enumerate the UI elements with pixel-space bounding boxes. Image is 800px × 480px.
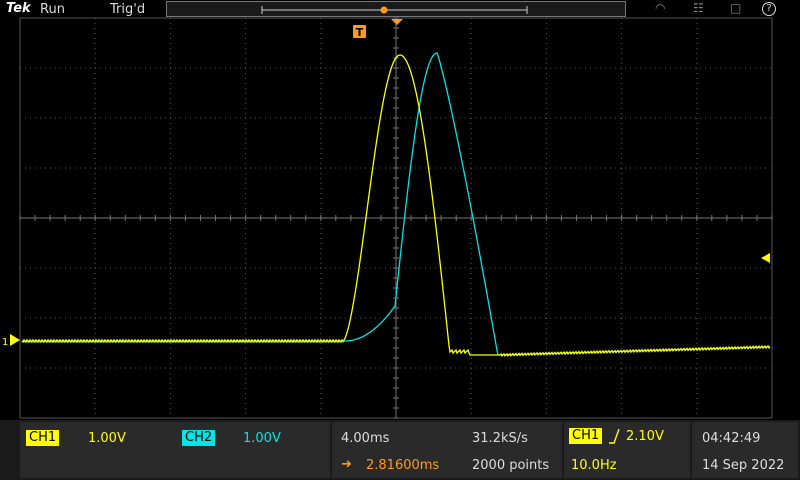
timebase[interactable]: 4.00ms: [341, 431, 389, 446]
clock-date: 14 Sep 2022: [702, 458, 785, 473]
sample-rate: 31.2kS/s: [472, 431, 528, 446]
trigger-t-label: T: [356, 26, 364, 39]
clock-panel: 04:42:49 14 Sep 2022: [692, 422, 798, 478]
trigger-level[interactable]: 2.10V: [626, 429, 664, 444]
horizontal-position[interactable]: 2.81600ms: [366, 458, 439, 473]
trigger-frequency: 10.0Hz: [571, 458, 617, 473]
ch1-ground-label: 1: [2, 337, 8, 348]
record-length[interactable]: 2000 points: [472, 458, 549, 473]
ch1-scale[interactable]: 1.00V: [88, 431, 126, 446]
ch2-scale[interactable]: 1.00V: [243, 431, 281, 446]
ch1-badge[interactable]: CH1: [26, 430, 60, 446]
ch1-ground-marker[interactable]: 1: [2, 334, 20, 348]
vertical-settings-panel[interactable]: CH1 1.00V CH2 1.00V: [20, 422, 330, 478]
clock-time: 04:42:49: [702, 431, 761, 446]
horizontal-settings-panel[interactable]: 4.00ms 31.2kS/s ➜ 2.81600ms 2000 points: [332, 422, 562, 478]
trigger-t-marker[interactable]: T: [353, 25, 366, 39]
bottom-settings-bar: CH1 1.00V CH2 1.00V 4.00ms 31.2kS/s ➜ 2.…: [0, 420, 800, 480]
waveform-display[interactable]: T 1: [0, 0, 800, 420]
ch2-badge[interactable]: CH2: [182, 430, 216, 446]
trigger-settings-panel[interactable]: CH1 2.10V 10.0Hz: [564, 422, 690, 478]
trigger-slope-rising-icon: [609, 428, 620, 444]
trigger-source-badge[interactable]: CH1: [569, 428, 603, 444]
horizontal-position-arrow-icon: ➜: [341, 457, 352, 472]
